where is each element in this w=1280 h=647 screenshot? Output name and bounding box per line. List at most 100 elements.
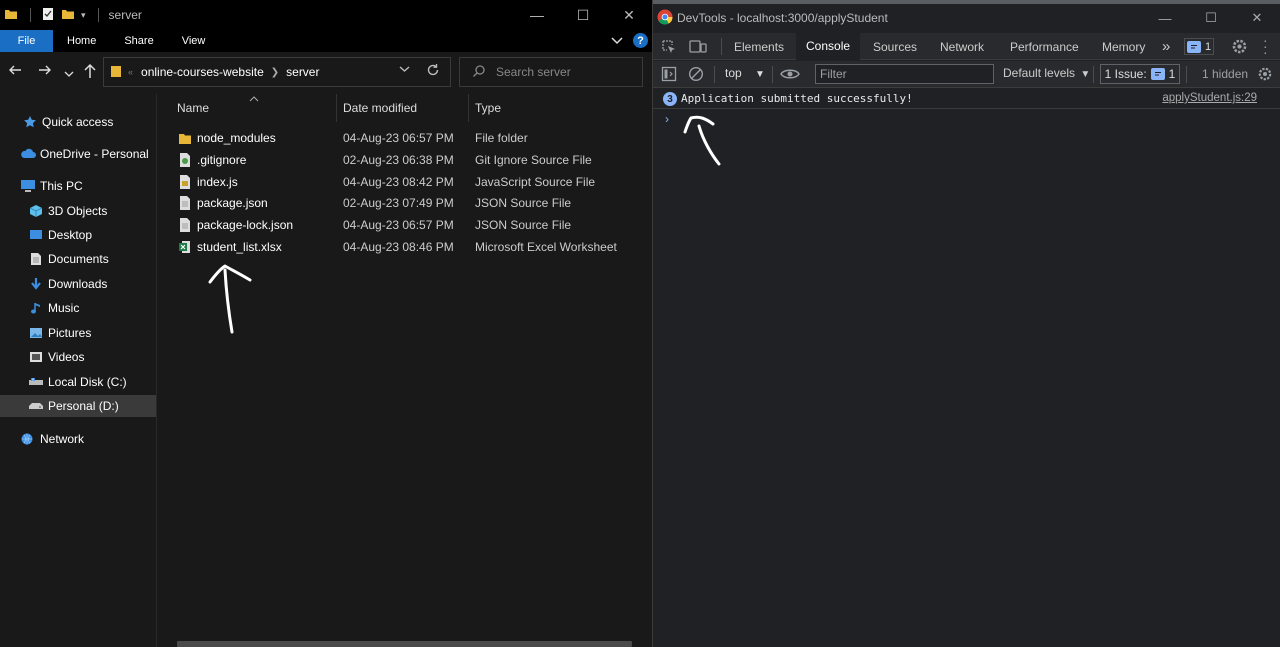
sidebar-item-downloads[interactable]: Downloads: [0, 273, 156, 295]
sidebar-item-videos[interactable]: Videos: [0, 346, 156, 368]
sidebar-item-label: Music: [48, 301, 80, 315]
sidebar-item-quick-access[interactable]: Quick access: [0, 111, 156, 133]
column-header-name[interactable]: Name: [177, 94, 209, 122]
file-row[interactable]: index.js 04-Aug-23 08:42 PM JavaScript S…: [157, 172, 652, 193]
search-placeholder: Search server: [496, 65, 571, 79]
sidebar-toggle-icon[interactable]: [661, 66, 677, 85]
sidebar-item-this-pc[interactable]: This PC: [0, 175, 156, 197]
search-icon: [472, 64, 486, 81]
sidebar-item-label: Quick access: [42, 115, 114, 129]
breadcrumb-overflow-icon[interactable]: «: [128, 67, 133, 77]
live-expression-eye-icon[interactable]: [780, 67, 800, 84]
sidebar-item-label: OneDrive - Personal: [40, 147, 149, 161]
issues-counter-button[interactable]: 1: [1184, 38, 1214, 55]
console-log-row: 3 Application submitted successfully! ap…: [653, 88, 1280, 109]
settings-gear-icon[interactable]: [1231, 38, 1248, 58]
file-row[interactable]: student_list.xlsx 04-Aug-23 08:46 PM Mic…: [157, 237, 652, 258]
file-type: File folder: [475, 131, 528, 145]
dropdown-arrow-icon: ▼: [755, 69, 765, 80]
refresh-icon[interactable]: [426, 63, 440, 80]
pictures-icon: [28, 325, 44, 341]
up-arrow-icon[interactable]: [83, 63, 97, 84]
properties-icon[interactable]: [41, 7, 55, 24]
sidebar-item-label: This PC: [40, 179, 83, 193]
issues-count: 1: [1204, 40, 1212, 53]
message-icon: [1150, 68, 1165, 80]
back-arrow-icon[interactable]: [8, 63, 22, 82]
maximize-button[interactable]: ☐: [560, 0, 606, 30]
expand-ribbon-icon[interactable]: [611, 34, 623, 48]
sidebar-item-desktop[interactable]: Desktop: [0, 224, 156, 246]
breadcrumb-item[interactable]: server: [286, 65, 319, 79]
close-button[interactable]: ✕: [1234, 4, 1280, 32]
documents-icon: [28, 251, 44, 267]
hidden-messages-count: 1 hidden: [1202, 67, 1249, 81]
tab-elements[interactable]: Elements: [724, 33, 794, 60]
file-row[interactable]: .gitignore 02-Aug-23 06:38 PM Git Ignore…: [157, 150, 652, 171]
tab-network[interactable]: Network: [930, 33, 994, 60]
cloud-icon: [20, 146, 36, 162]
sidebar-item-documents[interactable]: Documents: [0, 248, 156, 270]
file-date: 04-Aug-23 06:57 PM: [343, 131, 454, 145]
sidebar-item-pictures[interactable]: Pictures: [0, 322, 156, 344]
tab-sources[interactable]: Sources: [863, 33, 927, 60]
recent-locations-icon[interactable]: [64, 65, 74, 83]
inspect-element-icon[interactable]: [661, 39, 677, 58]
file-row[interactable]: package-lock.json 04-Aug-23 06:57 PM JSO…: [157, 215, 652, 236]
message-icon: [1186, 40, 1201, 53]
tab-share[interactable]: Share: [110, 30, 167, 52]
tab-console[interactable]: Console: [796, 33, 861, 60]
help-icon[interactable]: ?: [633, 33, 648, 48]
maximize-button[interactable]: ☐: [1188, 4, 1234, 32]
minimize-button[interactable]: —: [1142, 4, 1188, 32]
file-date: 04-Aug-23 08:42 PM: [343, 175, 454, 189]
column-header-date-modified[interactable]: Date modified: [343, 94, 417, 122]
tab-file[interactable]: File: [0, 30, 53, 52]
tab-performance[interactable]: Performance: [1000, 33, 1089, 60]
sidebar-item-network[interactable]: Network: [0, 428, 156, 450]
clear-console-icon[interactable]: [688, 66, 704, 85]
sidebar-item-personal-drive[interactable]: Personal (D:): [0, 395, 156, 417]
breadcrumb-item[interactable]: online-courses-website: [141, 65, 264, 79]
download-icon: [28, 276, 44, 292]
tab-memory[interactable]: Memory: [1092, 33, 1155, 60]
js-file-icon: [178, 174, 192, 190]
close-button[interactable]: ✕: [606, 0, 652, 30]
tab-home[interactable]: Home: [53, 30, 110, 52]
file-row[interactable]: node_modules 04-Aug-23 06:57 PM File fol…: [157, 128, 652, 149]
desktop-icon: [28, 227, 44, 243]
sidebar-item-music[interactable]: Music: [0, 297, 156, 319]
forward-arrow-icon[interactable]: [38, 63, 52, 82]
window-controls: — ☐ ✕: [514, 0, 652, 30]
file-explorer-window: ▾ server — ☐ ✕ File Home Share View ? « …: [0, 0, 652, 647]
log-message: Application submitted successfully!: [681, 92, 913, 105]
chevron-right-icon[interactable]: ❯: [271, 67, 279, 78]
more-tabs-button[interactable]: »: [1152, 33, 1180, 60]
sidebar-item-onedrive[interactable]: OneDrive - Personal: [0, 143, 156, 165]
console-settings-gear-icon[interactable]: [1257, 66, 1273, 85]
file-row[interactable]: package.json 02-Aug-23 07:49 PM JSON Sou…: [157, 193, 652, 214]
log-source-link[interactable]: applyStudent.js:29: [1162, 92, 1257, 104]
log-levels-dropdown[interactable]: Default levels ▼: [1003, 66, 1090, 80]
customize-quick-access-icon[interactable]: ▾: [81, 10, 86, 21]
address-history-dropdown-icon[interactable]: [399, 64, 410, 76]
navigation-pane: Quick access OneDrive - Personal This PC…: [0, 94, 156, 647]
context-selector[interactable]: top ▼: [725, 66, 765, 80]
tab-view[interactable]: View: [168, 30, 220, 52]
search-box[interactable]: Search server: [459, 57, 643, 87]
sidebar-item-local-disk[interactable]: Local Disk (C:): [0, 371, 156, 393]
minimize-button[interactable]: —: [514, 0, 560, 30]
console-filter-input[interactable]: Filter: [815, 64, 994, 84]
horizontal-scrollbar[interactable]: [177, 641, 632, 647]
console-prompt[interactable]: ›: [665, 112, 669, 126]
file-type: JSON Source File: [475, 196, 572, 210]
dropdown-arrow-icon: ▼: [1080, 69, 1091, 80]
column-header-type[interactable]: Type: [475, 94, 501, 122]
more-options-icon[interactable]: · · ·: [1263, 33, 1268, 59]
address-bar[interactable]: « online-courses-website ❯ server: [103, 57, 451, 87]
issues-button[interactable]: 1 Issue: 1: [1100, 64, 1180, 84]
sidebar-item-label: Videos: [48, 350, 85, 364]
new-folder-icon[interactable]: [61, 7, 75, 24]
sidebar-item-3d-objects[interactable]: 3D Objects: [0, 200, 156, 222]
device-toolbar-icon[interactable]: [689, 39, 707, 58]
